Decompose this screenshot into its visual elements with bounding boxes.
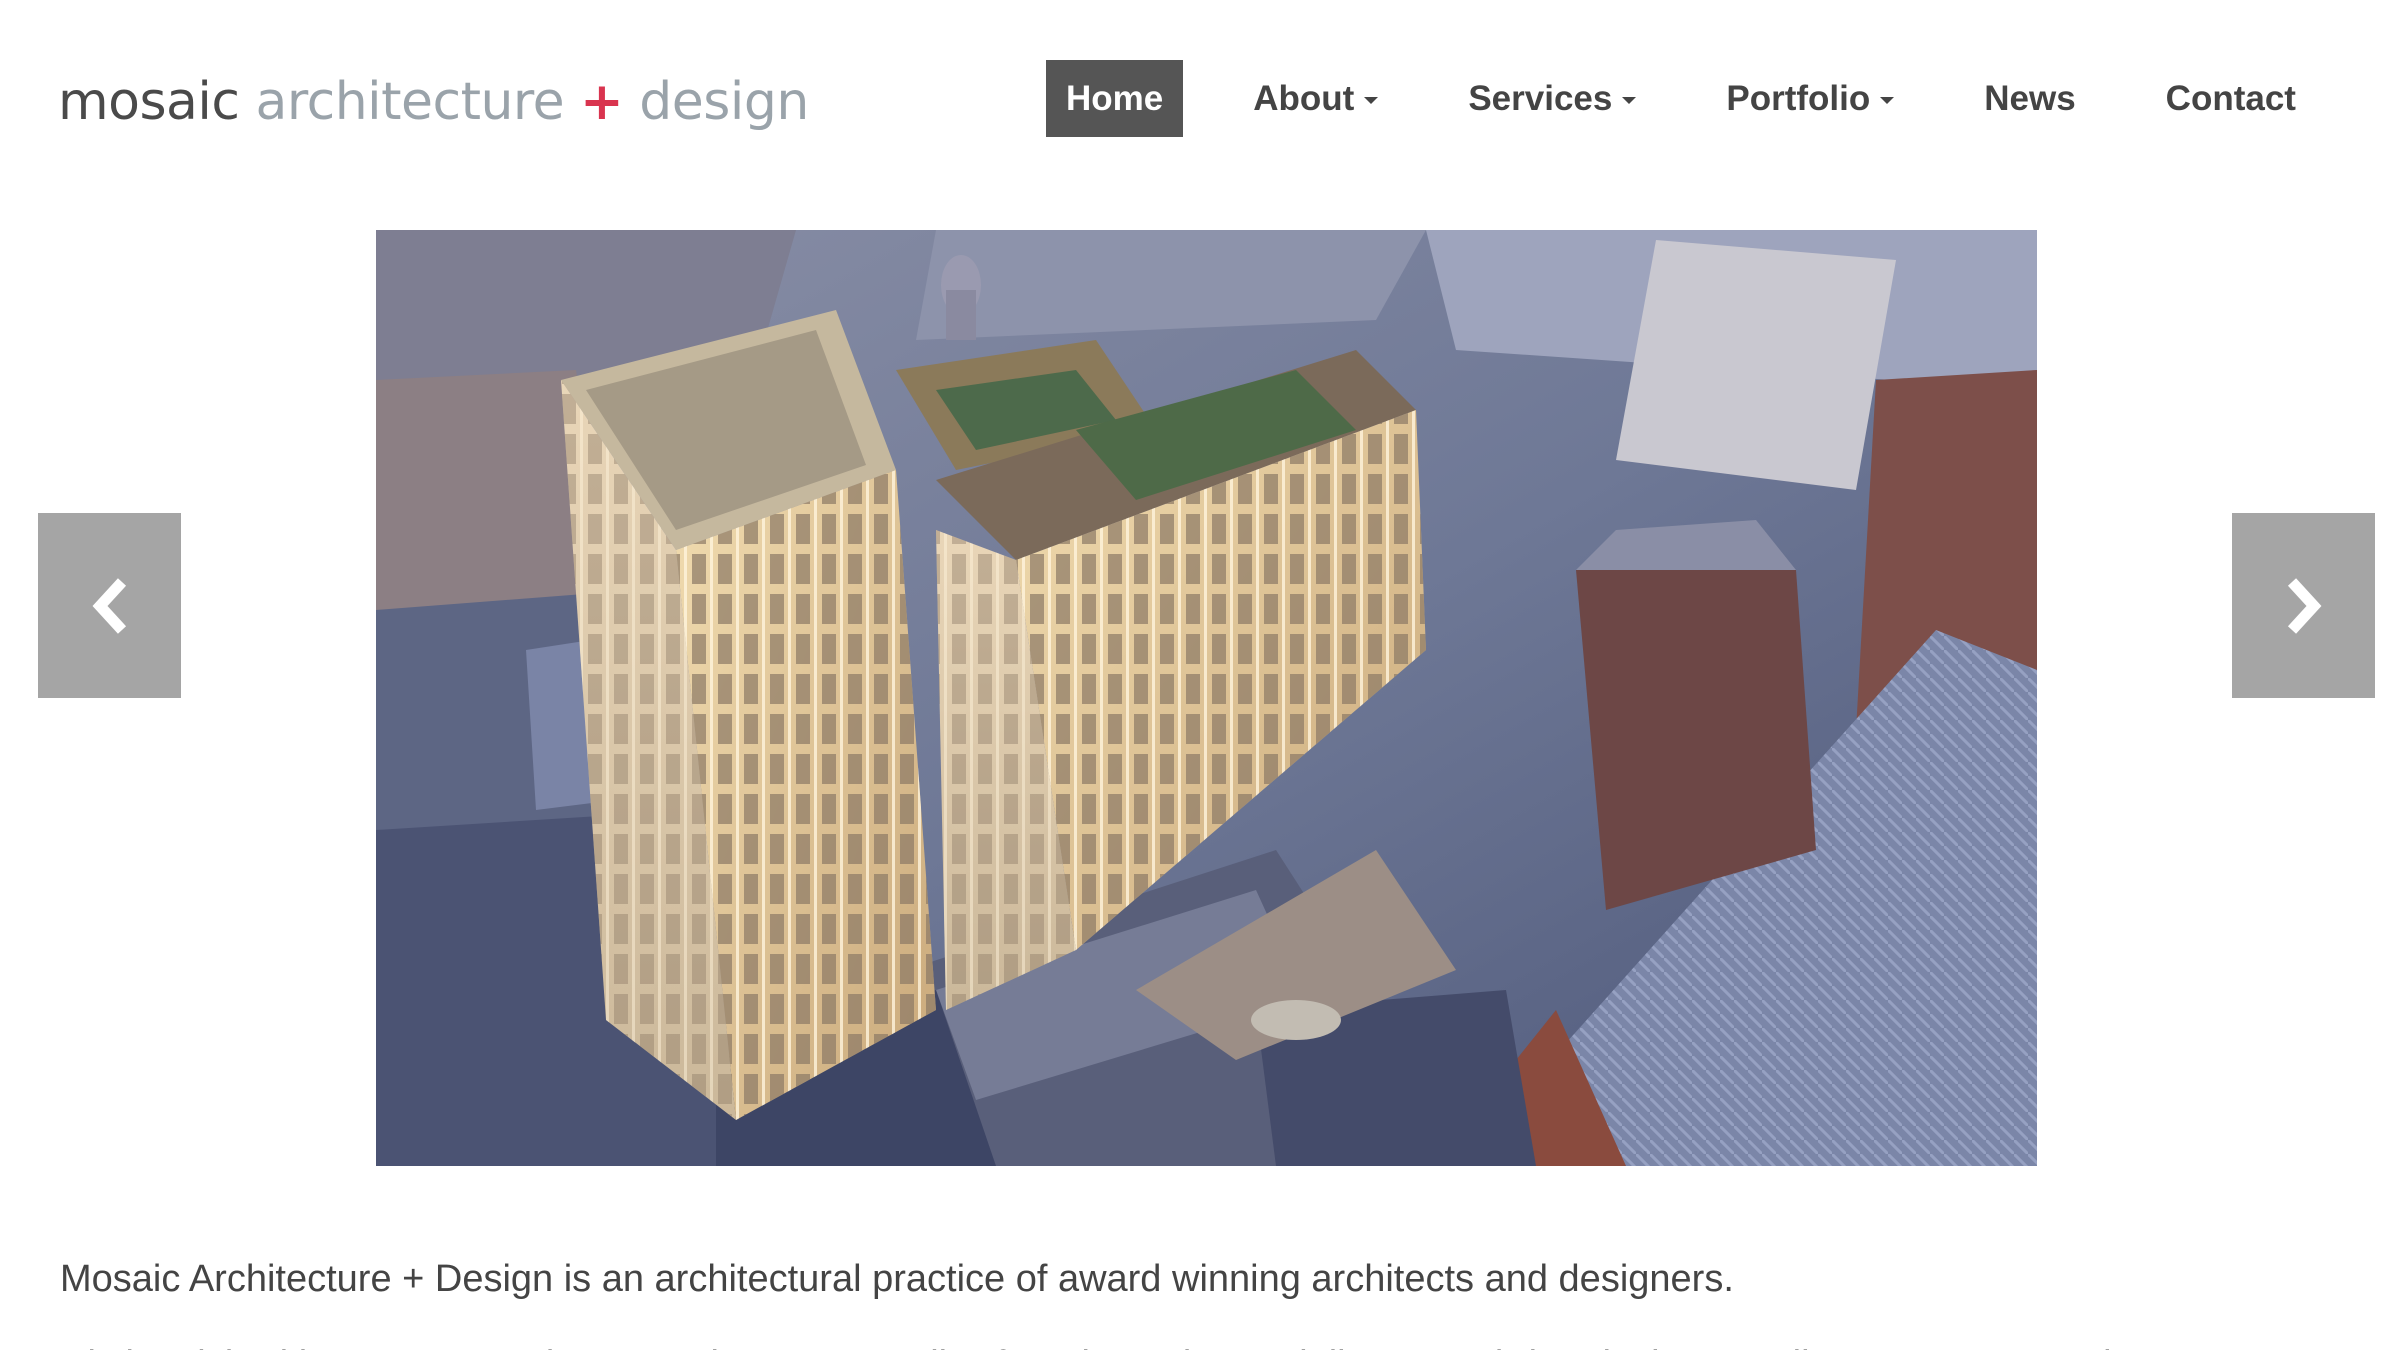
caret-down-icon [1622,97,1637,104]
nav-home[interactable]: Home [1046,60,1184,137]
nav-portfolio[interactable]: Portfolio [1726,60,1895,137]
intro-text-second-line: Distinguished by an unwavering commitmen… [60,1335,2340,1350]
nav-services-label: Services [1468,78,1613,118]
nav-news-label: News [1984,78,2076,118]
chevron-left-icon [92,577,126,634]
nav-portfolio-label: Portfolio [1726,78,1871,118]
nav-home-label: Home [1066,78,1164,118]
logo-mosaic: mosaic [58,72,240,132]
caret-down-icon [1880,97,1895,104]
main-nav: Home About Services Portfolio News Conta… [1046,60,2296,137]
logo-plus: + [580,72,624,132]
nav-contact[interactable]: Contact [2166,60,2296,137]
site-header: mosaic architecture + design Home About … [0,0,2400,200]
site-logo[interactable]: mosaic architecture + design [58,72,809,132]
carousel-prev-button[interactable] [38,513,181,698]
nav-about-label: About [1253,78,1355,118]
caret-down-icon [1364,97,1379,104]
nav-news[interactable]: News [1984,60,2075,137]
logo-architecture: architecture [255,72,565,132]
building-render-image [376,230,2037,1166]
carousel-next-button[interactable] [2232,513,2375,698]
nav-about[interactable]: About [1253,60,1379,137]
nav-contact-label: Contact [2165,78,2296,118]
chevron-right-icon [2287,577,2321,634]
nav-services[interactable]: Services [1468,60,1637,137]
hero-carousel-image [376,230,2037,1166]
intro-text: Mosaic Architecture + Design is an archi… [60,1258,1734,1300]
logo-design: design [639,72,809,132]
